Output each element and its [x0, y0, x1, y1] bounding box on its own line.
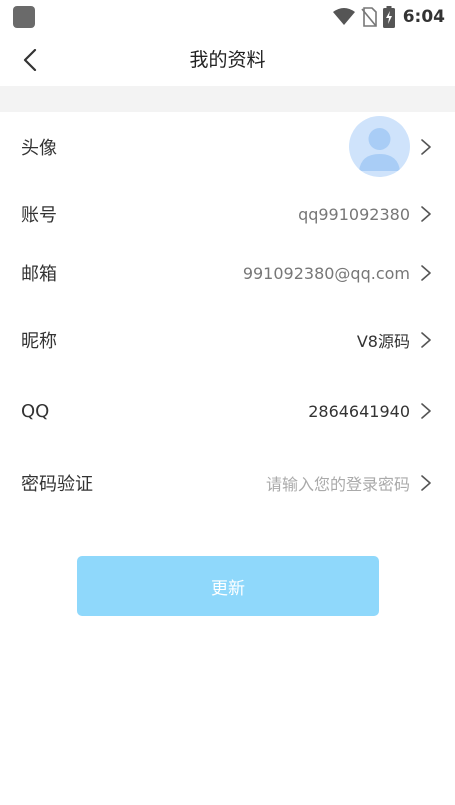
- wifi-icon: [332, 8, 355, 25]
- chevron-right-icon: [421, 206, 431, 222]
- battery-charging-icon: [382, 6, 395, 28]
- chevron-right-icon: [421, 475, 431, 491]
- nickname-value: V8源码: [356, 332, 410, 351]
- chevron-right-icon: [421, 332, 431, 348]
- chevron-left-icon: [23, 49, 37, 71]
- status-bar: 6:04: [0, 0, 455, 34]
- avatar-placeholder-icon: [359, 128, 400, 171]
- account-value: qq991092380: [298, 204, 410, 224]
- row-avatar[interactable]: 头像: [0, 114, 455, 180]
- qq-value: 2864641940: [308, 401, 410, 421]
- email-value: 991092380@qq.com: [242, 263, 410, 283]
- nickname-label: 昵称: [21, 331, 57, 352]
- section-divider: [0, 86, 455, 112]
- row-nickname[interactable]: 昵称 V8源码: [0, 318, 455, 362]
- title-bar: 我的资料: [0, 34, 455, 86]
- row-qq[interactable]: QQ 2864641940: [0, 389, 455, 433]
- chevron-right-icon: [421, 403, 431, 419]
- email-label: 邮箱: [21, 264, 57, 285]
- status-time: 6:04: [402, 7, 445, 27]
- row-email[interactable]: 邮箱 991092380@qq.com: [0, 251, 455, 295]
- update-button[interactable]: 更新: [77, 556, 379, 616]
- back-button[interactable]: [12, 42, 48, 78]
- avatar[interactable]: [349, 116, 410, 177]
- chevron-right-icon: [421, 139, 431, 155]
- page-title: 我的资料: [189, 49, 266, 71]
- no-sim-icon: [361, 7, 377, 27]
- account-label: 账号: [21, 205, 57, 226]
- qq-label: QQ: [21, 400, 50, 422]
- app-icon: [13, 6, 35, 28]
- password-label: 密码验证: [21, 474, 93, 495]
- row-account[interactable]: 账号 qq991092380: [0, 192, 455, 236]
- chevron-right-icon: [421, 265, 431, 281]
- password-input[interactable]: 请输入您的登录密码: [266, 471, 410, 495]
- row-password[interactable]: 密码验证 请输入您的登录密码: [0, 461, 455, 505]
- avatar-label: 头像: [21, 138, 57, 159]
- status-icons: 6:04: [332, 5, 445, 29]
